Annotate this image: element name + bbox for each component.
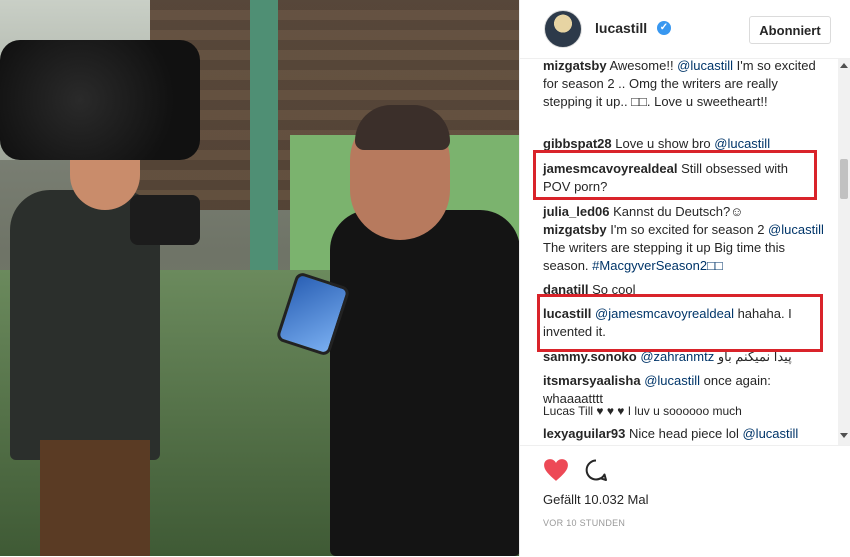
- follow-button[interactable]: Abonniert: [749, 16, 831, 44]
- comment-username[interactable]: mizgatsby: [543, 59, 607, 73]
- comment-username[interactable]: gibbspat28: [543, 136, 612, 151]
- header-username[interactable]: lucastill: [595, 20, 647, 36]
- comment-username[interactable]: lexyaguilar93: [543, 426, 625, 441]
- post-timestamp[interactable]: VOR 10 STUNDEN: [543, 518, 625, 528]
- comment: Lucas Till ♥ ♥ ♥ I luv u soooooo much: [543, 404, 742, 418]
- comment-username[interactable]: mizgatsby: [543, 222, 607, 237]
- mention-link[interactable]: @lucastill: [677, 59, 733, 73]
- pillar: [250, 0, 278, 300]
- comment-scrollbar[interactable]: [838, 59, 850, 445]
- like-count[interactable]: Gefällt 10.032 Mal: [543, 492, 649, 507]
- post-sidebar: lucastill ✓ Abonniert mizgatsby Awesome!…: [519, 0, 850, 556]
- mention-link[interactable]: @lucastill: [644, 373, 700, 388]
- mention-link[interactable]: @lucastill: [768, 222, 824, 237]
- post-actions: Gefällt 10.032 Mal VOR 10 STUNDEN: [520, 445, 850, 557]
- mention-link[interactable]: @lucastill: [742, 426, 798, 441]
- post-photo[interactable]: [0, 0, 519, 556]
- comment-icon[interactable]: [584, 458, 608, 482]
- comment: lexyaguilar93 Nice head piece lol @lucas…: [543, 426, 799, 441]
- highlight-box: [533, 150, 817, 200]
- scroll-up-icon[interactable]: [840, 63, 848, 68]
- comment: julia_led06 Kannst du Deutsch?☺: [543, 204, 744, 219]
- verified-badge-icon: ✓: [657, 21, 671, 35]
- comment-username[interactable]: julia_led06: [543, 204, 609, 219]
- avatar[interactable]: [544, 10, 582, 48]
- head-camera-rig: [0, 40, 200, 160]
- comment: mizgatsby Awesome!! @lucastill I'm so ex…: [543, 59, 816, 109]
- hashtag-link[interactable]: #MacgyverSeason2□□: [592, 258, 723, 273]
- comment: mizgatsby I'm so excited for season 2 @l…: [543, 222, 824, 273]
- man-hair: [355, 105, 450, 150]
- highlight-box: [537, 294, 823, 352]
- head-camera: [130, 195, 200, 245]
- comment-username[interactable]: itsmarsyaalisha: [543, 373, 641, 388]
- heart-icon[interactable]: [543, 458, 569, 482]
- scroll-down-icon[interactable]: [840, 433, 848, 438]
- comment-list[interactable]: mizgatsby Awesome!! @lucastill I'm so ex…: [520, 59, 850, 445]
- man-body: [330, 210, 519, 556]
- actor-legs: [40, 440, 150, 556]
- post-header: lucastill ✓ Abonniert: [520, 0, 850, 59]
- comment-username[interactable]: Lucas Till: [543, 404, 593, 418]
- mention-link[interactable]: @lucastill: [714, 136, 770, 151]
- scrollbar-thumb[interactable]: [840, 159, 848, 199]
